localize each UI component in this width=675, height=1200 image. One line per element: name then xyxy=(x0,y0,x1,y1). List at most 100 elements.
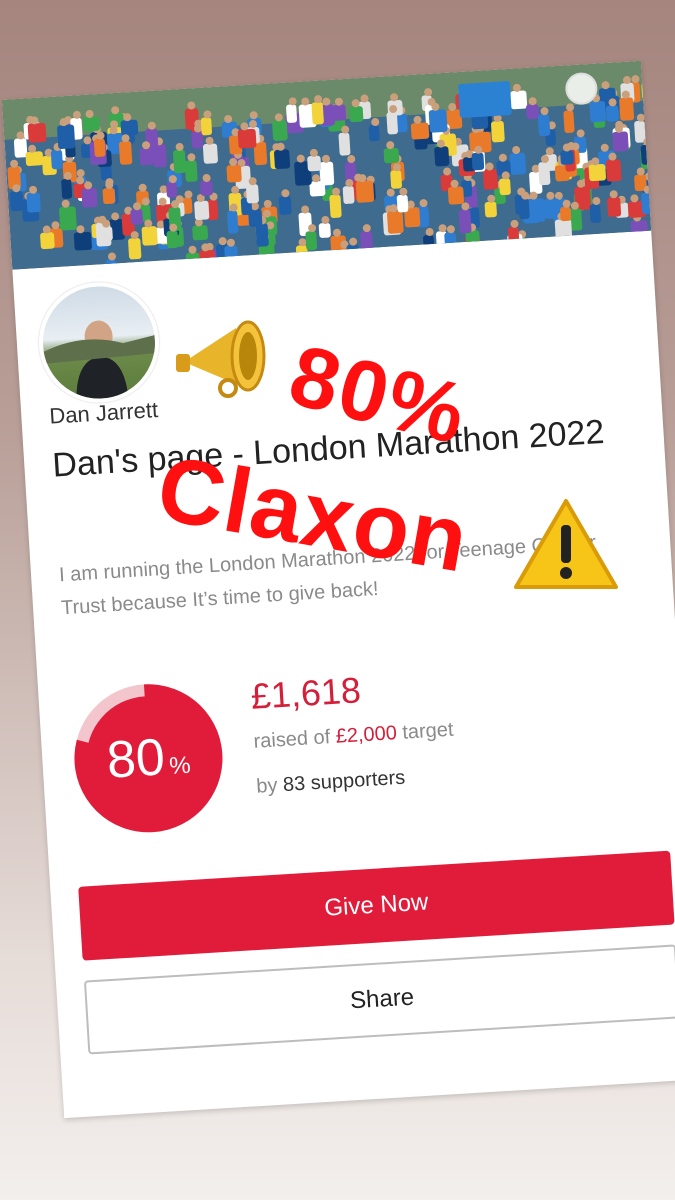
crowd-figure xyxy=(198,250,216,266)
crowd-figure xyxy=(40,232,55,250)
crowd-figure xyxy=(307,155,322,172)
target-amount: £2,000 xyxy=(335,722,398,748)
target-line: raised of £2,000 target xyxy=(253,719,454,754)
crowd-figure xyxy=(641,82,652,100)
crowd-figure xyxy=(342,185,355,204)
crowd-figure xyxy=(605,105,619,122)
raised-amount: £1,618 xyxy=(249,669,363,717)
crowd-figure xyxy=(589,203,601,223)
marathon-crowd-image xyxy=(2,60,652,270)
crowd-figure xyxy=(13,138,28,158)
crowd-figure xyxy=(499,178,511,196)
crowd-figure xyxy=(329,194,342,218)
hero-image xyxy=(2,60,652,270)
crowd-figure xyxy=(641,192,652,214)
crowd-figure xyxy=(237,128,257,149)
crowd-figure xyxy=(526,104,539,120)
crowd-figure xyxy=(93,138,106,157)
crowd-figure xyxy=(337,247,349,267)
progress-ring: 80% xyxy=(68,678,229,839)
crowd-figure xyxy=(199,180,213,196)
crowd-figure xyxy=(226,164,242,183)
avatar xyxy=(35,278,163,407)
crowd-figure xyxy=(612,131,629,152)
crowd-figure xyxy=(59,206,77,231)
crowd-figure xyxy=(509,152,527,175)
crowd-figure xyxy=(194,200,210,221)
crowd-figure xyxy=(305,231,318,251)
crowd-figure xyxy=(640,144,652,165)
share-button[interactable]: Share xyxy=(83,944,675,1055)
crowd-figure xyxy=(191,131,204,149)
warning-icon xyxy=(514,499,618,589)
avatar-photo xyxy=(43,320,156,401)
crowd-figure xyxy=(390,170,402,189)
crowd-figure xyxy=(286,104,298,123)
crowd-figure xyxy=(73,231,92,251)
crowd-figure xyxy=(99,226,113,242)
crowd-figure xyxy=(185,252,200,269)
crowd-figure xyxy=(128,237,142,260)
crowd-figure xyxy=(139,147,154,166)
crowd-figure xyxy=(81,188,98,208)
crowd-figure xyxy=(202,143,218,164)
crowd-figure xyxy=(105,259,117,270)
crowd-figure xyxy=(518,198,530,220)
percent-symbol: % xyxy=(168,751,192,781)
crowd-figure xyxy=(383,147,400,164)
crowd-figure xyxy=(428,109,448,133)
crowd-figure xyxy=(25,151,44,166)
supporters-prefix: by xyxy=(255,774,279,798)
target-suffix: target xyxy=(401,718,455,744)
crowd-figure xyxy=(368,125,380,142)
crowd-figure xyxy=(166,230,179,249)
crowd-figure xyxy=(57,124,76,149)
crowd-figure xyxy=(458,209,472,234)
crowd-figure xyxy=(346,244,360,260)
crowd-figure xyxy=(386,111,398,135)
crowd-figure xyxy=(172,149,187,174)
crowd-figure xyxy=(349,106,364,123)
crowd-figure xyxy=(423,234,435,256)
raised-prefix: raised of xyxy=(252,726,331,753)
crowd-figure xyxy=(192,225,209,241)
crowd-figure xyxy=(27,122,47,143)
crowd-figure xyxy=(396,194,409,213)
crowd-figure xyxy=(118,141,133,165)
crowd-figure xyxy=(563,110,575,134)
crowd-figure xyxy=(82,116,100,132)
crowd-figure xyxy=(255,223,269,247)
crowd-figure xyxy=(355,180,375,203)
crowd-figure xyxy=(444,232,457,254)
crowd-figure xyxy=(50,149,63,170)
give-now-button[interactable]: Give Now xyxy=(78,850,675,961)
crowd-figure xyxy=(141,226,158,246)
crowd-figure xyxy=(272,120,288,142)
crowd-figure xyxy=(507,226,520,250)
crowd-figure xyxy=(484,201,497,218)
crowd-figure xyxy=(102,187,116,205)
crowd-figure xyxy=(200,117,213,136)
crowd-figure xyxy=(471,152,485,171)
crowd-figure xyxy=(120,119,139,136)
crowd-figure xyxy=(537,114,551,137)
crowd-figure xyxy=(26,192,41,213)
crowd-figure xyxy=(9,191,24,212)
crowd-figure xyxy=(184,160,198,182)
progress-percent: 80% xyxy=(68,678,229,839)
crowd-figure xyxy=(338,132,351,156)
crowd-figure xyxy=(224,245,239,270)
crowd-figure xyxy=(619,97,635,121)
crowd-figure xyxy=(311,102,324,125)
crowd-figure xyxy=(510,90,528,110)
percent-value: 80 xyxy=(105,728,167,790)
crowd-figure xyxy=(130,209,144,225)
crowd-figure xyxy=(447,186,465,205)
crowd-figure xyxy=(274,149,291,170)
crowd-figure xyxy=(554,218,573,242)
crowd-figure xyxy=(360,230,373,250)
crowd-figure xyxy=(515,237,528,257)
supporters-count: 83 supporters xyxy=(282,766,406,797)
crowd-figure xyxy=(278,196,292,215)
crowd-figure xyxy=(166,182,178,198)
